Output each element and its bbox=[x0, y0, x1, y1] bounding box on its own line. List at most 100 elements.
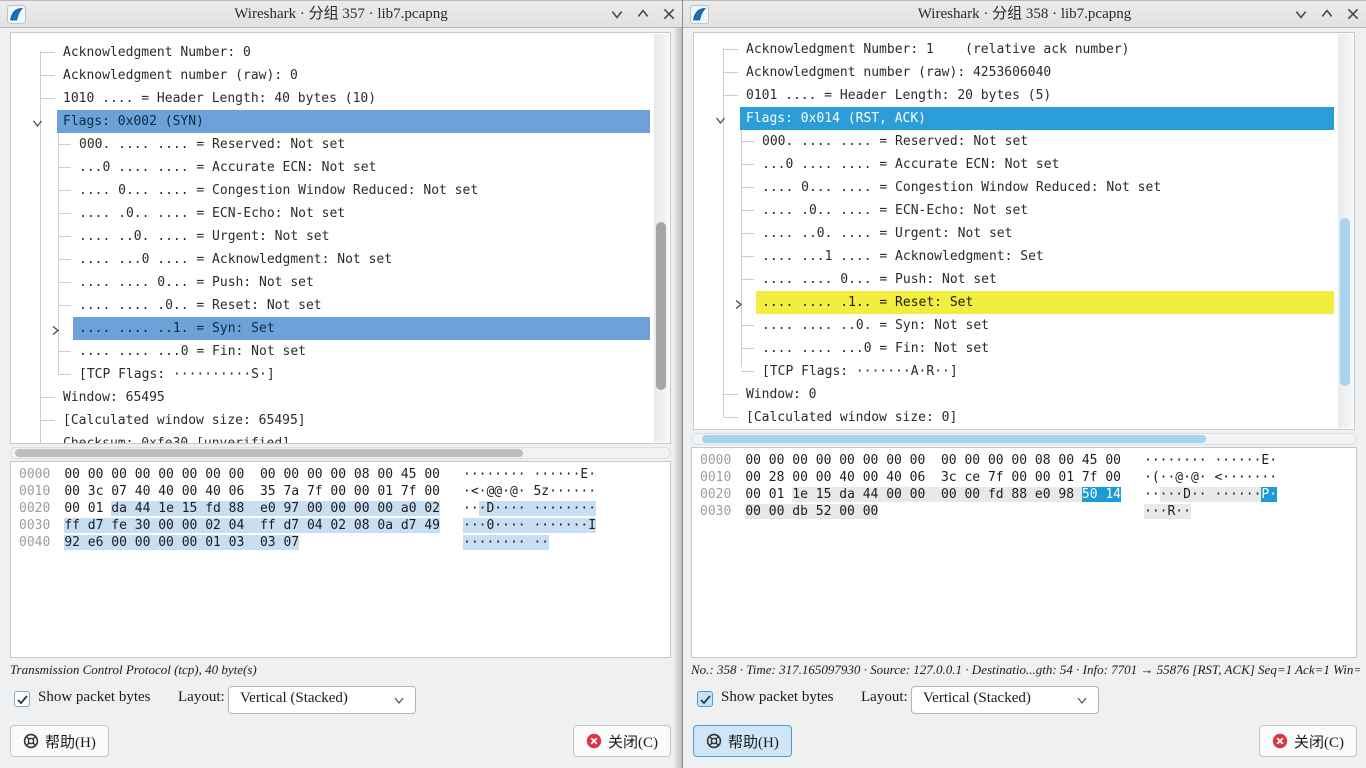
scrollbar-thumb[interactable] bbox=[1340, 218, 1350, 386]
tree-row[interactable]: .... .... .0.. = Reset: Not set bbox=[11, 294, 670, 317]
close-button[interactable]: 关闭(C) bbox=[573, 725, 671, 757]
hex-bytes[interactable]: 92 e6 00 00 00 00 01 03 03 07 bbox=[64, 535, 299, 550]
hex-bytes[interactable]: 50 14 bbox=[1082, 487, 1121, 502]
tree-row[interactable]: Acknowledgment Number: 0 bbox=[11, 41, 670, 64]
hex-row[interactable]: 000000 00 00 00 00 00 00 00 00 00 00 00 … bbox=[692, 452, 1356, 469]
hex-bytes[interactable]: da 44 1e 15 fd 88 e0 97 00 00 00 00 a0 0… bbox=[111, 501, 440, 516]
hex-bytes[interactable]: 00 3c 07 40 40 00 40 06 35 7a 7f 00 00 0… bbox=[64, 484, 440, 499]
scrollbar-thumb[interactable] bbox=[656, 222, 666, 390]
chevron-collapsed-icon[interactable] bbox=[732, 296, 745, 309]
hex-row[interactable]: 002000 01 da 44 1e 15 fd 88 e0 97 00 00 … bbox=[11, 500, 670, 517]
tree-row[interactable]: Window: 0 bbox=[694, 383, 1354, 406]
tree-row[interactable]: .... .0.. .... = ECN-Echo: Not set bbox=[694, 199, 1354, 222]
tree-row[interactable]: .... ...1 .... = Acknowledgment: Set bbox=[694, 245, 1354, 268]
hex-bytes[interactable]: ff d7 fe 30 00 00 02 04 ff d7 04 02 08 0… bbox=[64, 518, 440, 533]
hex-offset: 0030 bbox=[692, 504, 731, 519]
tree-tick bbox=[58, 282, 71, 283]
tree-row[interactable]: .... .... ...0 = Fin: Not set bbox=[11, 340, 670, 363]
tree-row[interactable]: .... ..0. .... = Urgent: Not set bbox=[694, 222, 1354, 245]
chevron-expanded-icon[interactable] bbox=[714, 112, 727, 125]
tree-vertical-scrollbar[interactable] bbox=[1338, 34, 1353, 428]
tree-row[interactable]: [Calculated window size: 0] bbox=[694, 406, 1354, 429]
tree-row[interactable]: Acknowledgment number (raw): 0 bbox=[11, 64, 670, 87]
hex-row[interactable]: 0030ff d7 fe 30 00 00 02 04 ff d7 04 02 … bbox=[11, 517, 670, 534]
tree-vertical-scrollbar[interactable] bbox=[654, 34, 669, 442]
close-window-icon[interactable] bbox=[662, 7, 676, 21]
titlebar[interactable]: Wireshark · 分组 358 · lib7.pcapng bbox=[683, 0, 1366, 28]
button-row: 帮助(H) 关闭(C) bbox=[0, 725, 682, 757]
hex-bytes[interactable]: 00 00 db 52 00 00 bbox=[745, 504, 878, 519]
tree-row[interactable]: 000. .... .... = Reserved: Not set bbox=[11, 133, 670, 156]
hex-row[interactable]: 003000 00 db 52 00 00···R·· bbox=[692, 503, 1356, 520]
maximize-icon[interactable] bbox=[636, 7, 650, 21]
tree-row[interactable]: Acknowledgment Number: 1 (relative ack n… bbox=[694, 38, 1354, 61]
show-packet-bytes-checkbox[interactable] bbox=[697, 691, 713, 707]
hex-row[interactable]: 000000 00 00 00 00 00 00 00 00 00 00 00 … bbox=[11, 466, 670, 483]
hex-bytes[interactable]: 00 01 bbox=[64, 501, 111, 516]
tree-row[interactable]: Flags: 0x002 (SYN) bbox=[11, 110, 670, 133]
packet-status-line: No.: 358 · Time: 317.165097930 · Source:… bbox=[691, 662, 1360, 678]
tree-horizontal-scrollbar[interactable] bbox=[691, 433, 1357, 445]
packet-bytes-pane[interactable]: 000000 00 00 00 00 00 00 00 00 00 00 00 … bbox=[10, 461, 671, 658]
tree-horizontal-scrollbar[interactable] bbox=[10, 447, 671, 459]
chevron-expanded-icon[interactable] bbox=[31, 115, 44, 128]
tree-row[interactable]: [TCP Flags: ··········S·] bbox=[11, 363, 670, 386]
tree-row[interactable]: .... 0... .... = Congestion Window Reduc… bbox=[11, 179, 670, 202]
hex-bytes[interactable]: 00 28 00 00 40 00 40 06 3c ce 7f 00 00 0… bbox=[745, 470, 1121, 485]
hex-row[interactable]: 001000 3c 07 40 40 00 40 06 35 7a 7f 00 … bbox=[11, 483, 670, 500]
tree-row[interactable]: [TCP Flags: ·······A·R··] bbox=[694, 360, 1354, 383]
tree-row[interactable]: Checksum: 0xfe30 [unverified] bbox=[11, 432, 670, 444]
scrollbar-thumb[interactable] bbox=[702, 435, 1206, 443]
tree-row[interactable]: .... .... .1.. = Reset: Set bbox=[694, 291, 1354, 314]
hex-bytes[interactable]: 00 01 bbox=[745, 487, 792, 502]
tree-row[interactable]: .... .... ...0 = Fin: Not set bbox=[694, 337, 1354, 360]
tree-row[interactable]: ...0 .... .... = Accurate ECN: Not set bbox=[694, 153, 1354, 176]
hex-row[interactable]: 001000 28 00 00 40 00 40 06 3c ce 7f 00 … bbox=[692, 469, 1356, 486]
packet-bytes-pane[interactable]: 000000 00 00 00 00 00 00 00 00 00 00 00 … bbox=[691, 447, 1357, 658]
tree-row[interactable]: 1010 .... = Header Length: 40 bytes (10) bbox=[11, 87, 670, 110]
tree-tick bbox=[40, 443, 55, 444]
maximize-icon[interactable] bbox=[1320, 7, 1334, 21]
scrollbar-thumb[interactable] bbox=[15, 449, 523, 457]
minimize-icon[interactable] bbox=[610, 7, 624, 21]
tree-row-label: [Calculated window size: 0] bbox=[740, 406, 1334, 429]
close-window-icon[interactable] bbox=[1346, 7, 1360, 21]
tree-row-label: .... .... ...0 = Fin: Not set bbox=[73, 340, 650, 363]
tree-row[interactable]: Flags: 0x014 (RST, ACK) bbox=[694, 107, 1354, 130]
tree-row[interactable]: [Calculated window size: 65495] bbox=[11, 409, 670, 432]
tree-row[interactable]: .... ...0 .... = Acknowledgment: Not set bbox=[11, 248, 670, 271]
tree-row[interactable]: .... .0.. .... = ECN-Echo: Not set bbox=[11, 202, 670, 225]
tree-row[interactable]: Acknowledgment number (raw): 4253606040 bbox=[694, 61, 1354, 84]
window-edge-shadow bbox=[673, 28, 682, 768]
show-packet-bytes-label[interactable]: Show packet bytes bbox=[38, 689, 150, 706]
tree-row[interactable]: Window: 65495 bbox=[11, 386, 670, 409]
chevron-collapsed-icon[interactable] bbox=[49, 322, 62, 335]
minimize-icon[interactable] bbox=[1294, 7, 1308, 21]
hex-row[interactable]: 002000 01 1e 15 da 44 00 00 00 00 fd 88 … bbox=[692, 486, 1356, 503]
show-packet-bytes-label[interactable]: Show packet bytes bbox=[721, 689, 833, 706]
packet-detail-tree[interactable]: Acknowledgment Number: 1 (relative ack n… bbox=[693, 32, 1355, 430]
help-button[interactable]: 帮助(H) bbox=[10, 725, 109, 757]
tree-row[interactable]: .... .... ..0. = Syn: Not set bbox=[694, 314, 1354, 337]
tree-row[interactable]: .... 0... .... = Congestion Window Reduc… bbox=[694, 176, 1354, 199]
tree-row[interactable]: .... .... ..1. = Syn: Set bbox=[11, 317, 670, 340]
tree-row[interactable]: .... .... 0... = Push: Not set bbox=[11, 271, 670, 294]
tree-row[interactable]: 0101 .... = Header Length: 20 bytes (5) bbox=[694, 84, 1354, 107]
tree-row[interactable]: 000. .... .... = Reserved: Not set bbox=[694, 130, 1354, 153]
tree-row[interactable]: .... ..0. .... = Urgent: Not set bbox=[11, 225, 670, 248]
layout-dropdown[interactable]: Vertical (Stacked) bbox=[911, 686, 1099, 714]
hex-row[interactable]: 004092 e6 00 00 00 00 01 03 03 07·······… bbox=[11, 534, 670, 551]
help-button[interactable]: 帮助(H) bbox=[693, 725, 792, 757]
layout-dropdown[interactable]: Vertical (Stacked) bbox=[228, 686, 416, 714]
packet-detail-tree[interactable]: Acknowledgment Number: 0Acknowledgment n… bbox=[10, 32, 671, 444]
show-packet-bytes-checkbox[interactable] bbox=[14, 691, 30, 707]
hex-bytes[interactable]: 00 00 00 00 00 00 00 00 00 00 00 00 08 0… bbox=[745, 453, 1121, 468]
close-button[interactable]: 关闭(C) bbox=[1259, 725, 1357, 757]
hex-bytes[interactable]: 1e 15 da 44 00 00 00 00 fd 88 e0 98 bbox=[792, 487, 1082, 502]
tree-row[interactable]: .... .... 0... = Push: Not set bbox=[694, 268, 1354, 291]
tree-tick bbox=[723, 95, 738, 96]
tree-row[interactable]: ...0 .... .... = Accurate ECN: Not set bbox=[11, 156, 670, 179]
tree-tick bbox=[58, 236, 71, 237]
titlebar[interactable]: Wireshark · 分组 357 · lib7.pcapng bbox=[0, 0, 682, 28]
hex-bytes[interactable]: 00 00 00 00 00 00 00 00 00 00 00 00 08 0… bbox=[64, 467, 440, 482]
